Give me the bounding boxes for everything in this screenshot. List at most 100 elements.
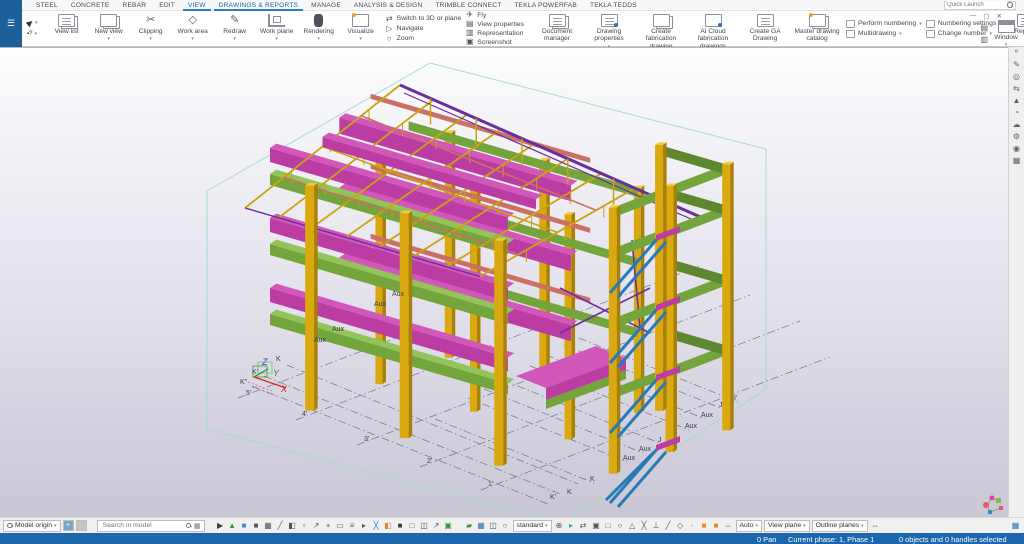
select-leader-icon[interactable]: ↗ <box>311 520 322 532</box>
rendering-button[interactable]: Rendering▾ <box>299 12 339 45</box>
tab-concrete[interactable]: CONCRETE <box>71 0 110 11</box>
select-parts-icon[interactable]: ▲ <box>227 520 238 532</box>
apps-grid-icon[interactable]: ▦ <box>1013 156 1021 165</box>
select-lists-icon[interactable]: ≡ <box>347 520 358 532</box>
swap-icon[interactable]: ⇄ <box>578 520 589 532</box>
remove-origin-button[interactable] <box>76 520 87 531</box>
select-box-icon[interactable]: □ <box>407 520 418 532</box>
filter-a-icon[interactable]: ▰ <box>464 520 475 532</box>
work-plane-button[interactable]: Work plane▾ <box>257 12 297 45</box>
file-menu-button[interactable]: ☰ <box>0 0 22 47</box>
select-points-icon[interactable]: ▫ <box>299 520 310 532</box>
tab-trimble-connect[interactable]: TRIMBLE CONNECT <box>435 0 501 11</box>
snap-line-icon[interactable]: ╱ <box>663 520 674 532</box>
new-view-button[interactable]: New view▾ <box>89 12 129 45</box>
snap-perpendicular-icon[interactable]: ⊥ <box>651 520 662 532</box>
snap-toggle-icon[interactable]: ▸ <box>566 520 577 532</box>
select-objects-icon[interactable]: ▦ <box>263 520 274 532</box>
model-search-box[interactable]: ▦ <box>97 520 205 532</box>
select-pointer-icon[interactable]: ▶ <box>215 520 226 532</box>
document-manager-button[interactable]: Document manager <box>532 12 582 45</box>
snap-points-icon[interactable]: ▣ <box>591 520 602 532</box>
window-button[interactable]: Window▾ <box>990 20 1022 48</box>
outline-planes-dropdown[interactable]: Outline planes▾ <box>812 520 868 532</box>
close-button[interactable]: ✕ <box>997 12 1002 20</box>
select-components-icon[interactable]: ■ <box>239 520 250 532</box>
snap-midpoint-icon[interactable]: △ <box>627 520 638 532</box>
perform-numbering-button[interactable]: Perform numbering▾ <box>846 19 922 28</box>
filter-search-icon[interactable]: ○ <box>500 520 511 532</box>
filter-c-icon[interactable]: ◫ <box>488 520 499 532</box>
selection-filter-dropdown[interactable]: standard▾ <box>513 520 552 532</box>
redraw-button[interactable]: ✎Redraw▾ <box>215 12 255 45</box>
model-origin-dropdown[interactable]: Model origin▾ <box>3 520 61 532</box>
select-cursor-button[interactable]: ▶▾ <box>27 19 38 27</box>
maximize-button[interactable]: ▢ <box>983 12 989 20</box>
view-plane-dropdown[interactable]: View plane▾ <box>764 520 810 532</box>
inquire-button[interactable]: ▪?▾ <box>27 30 38 38</box>
snap-arrows-icon[interactable]: ⇔ <box>723 520 734 532</box>
screenshot-button[interactable]: ▣Screenshot <box>465 38 524 46</box>
snap-plane-icon[interactable]: ■ <box>711 520 722 532</box>
snap-ortho-icon[interactable]: ■ <box>699 520 710 532</box>
snap-center-icon[interactable]: ○ <box>615 520 626 532</box>
gear-small-icon[interactable]: ⊕ <box>554 520 565 532</box>
tab-drawings-reports[interactable]: DRAWINGS & REPORTS <box>214 0 303 11</box>
drawing-properties-button[interactable]: Drawing properties▾ <box>584 12 634 45</box>
switch-to-3d-or-plane-button[interactable]: ⇄Switch to 3D or plane <box>385 14 462 23</box>
history-icon[interactable]: ◔ <box>1014 108 1019 117</box>
add-origin-button[interactable]: + <box>63 520 74 531</box>
layers-icon[interactable]: ◉ <box>1013 144 1020 153</box>
tab-view[interactable]: VIEW <box>183 0 211 11</box>
create-fabrication-drawing-button[interactable]: Create fabrication drawing▾ <box>636 12 686 45</box>
workspace-icon[interactable]: ▦ <box>1010 520 1021 532</box>
visibility-target-icon[interactable]: ◎ <box>1013 72 1020 81</box>
view-list-button[interactable]: View list <box>47 12 87 45</box>
work-area-button[interactable]: ◇Work area▾ <box>173 12 213 45</box>
snap-any-icon[interactable]: ◇ <box>675 520 686 532</box>
select-assemblies-icon[interactable]: ■ <box>251 520 262 532</box>
collaborate-icon[interactable]: ⇆ <box>1013 84 1020 93</box>
pen-tool-icon[interactable]: ✎ <box>1013 60 1020 69</box>
navigate-button[interactable]: ▷Navigate <box>385 24 462 33</box>
multidrawing-button[interactable]: Multidrawing▾ <box>846 29 922 38</box>
select-bars-icon[interactable]: ■ <box>395 520 406 532</box>
tab-rebar[interactable]: REBAR <box>123 0 147 11</box>
snap-intersection-icon[interactable]: ╳ <box>639 520 650 532</box>
collapse-panel-chevron[interactable]: « <box>1015 48 1019 55</box>
snap-free-icon[interactable]: · <box>687 520 698 532</box>
fly-button[interactable]: ✈Fly <box>465 11 524 19</box>
tab-manage[interactable]: MANAGE <box>311 0 341 11</box>
minimize-button[interactable]: — <box>970 12 977 20</box>
snap-auto-dropdown[interactable]: Auto▾ <box>736 520 763 532</box>
document-pointer-icon[interactable]: ▤ <box>980 23 988 32</box>
settings-gear-icon[interactable]: ⚙ <box>1013 132 1020 141</box>
tab-analysis-design[interactable]: ANALYSIS & DESIGN <box>354 0 423 11</box>
tab-tekla-tedds[interactable]: TEKLA TEDDS <box>590 0 637 11</box>
visualize-button[interactable]: Visualize▾ <box>341 12 381 45</box>
notification-icon[interactable]: ▲ <box>1013 96 1021 105</box>
select-grids-icon[interactable]: ╱ <box>275 520 286 532</box>
cloud-icon[interactable]: ☁ <box>1013 120 1021 129</box>
select-cells-icon[interactable]: ◫ <box>419 520 430 532</box>
quick-launch-box[interactable] <box>944 1 1016 10</box>
select-green-icon[interactable]: ▣ <box>443 520 454 532</box>
snap-end-icon[interactable]: □ <box>603 520 614 532</box>
quick-launch-input[interactable] <box>947 1 1007 9</box>
master-drawing-catalog-button[interactable]: Master drawing catalog <box>792 12 842 45</box>
select-views-icon[interactable]: ◧ <box>287 520 298 532</box>
macro-runner-icon[interactable]: ▥ <box>980 35 988 44</box>
view-properties-button[interactable]: ▤View properties <box>465 20 524 28</box>
zoom-button[interactable]: ○Zoom <box>385 34 462 43</box>
snap-depth-icon[interactable]: ⇔ <box>870 520 881 532</box>
select-arrow-icon[interactable]: ↗ <box>431 520 442 532</box>
search-filter-icon[interactable]: ▦ <box>194 522 201 530</box>
select-add-icon[interactable]: + <box>323 520 334 532</box>
tab-steel[interactable]: STEEL <box>36 0 58 11</box>
clipping-button[interactable]: ✂Clipping▾ <box>131 12 171 45</box>
select-flag-icon[interactable]: ▸ <box>359 520 370 532</box>
filter-b-icon[interactable]: ▦ <box>476 520 487 532</box>
tab-tekla-powerfab[interactable]: TEKLA POWERFAB <box>514 0 577 11</box>
select-plates-icon[interactable]: ▭ <box>335 520 346 532</box>
tab-edit[interactable]: EDIT <box>159 0 175 11</box>
